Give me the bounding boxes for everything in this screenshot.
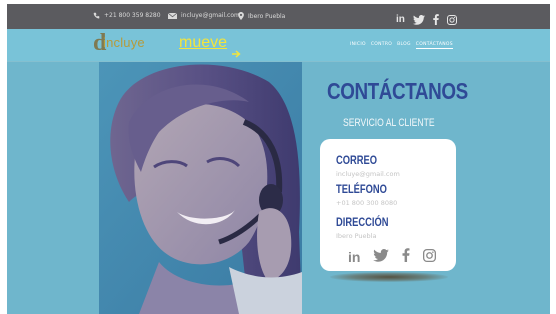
topbar-email-text: incluye@gmail.com (181, 12, 240, 19)
logo[interactable]: d incluye mueve (93, 30, 243, 62)
main-nav: INICIO CONTRO BLOG CONTÁCTANOS (350, 42, 453, 49)
nav-item-blog[interactable]: BLOG (397, 42, 411, 49)
linkedin-icon[interactable]: in (348, 249, 360, 265)
facebook-icon[interactable] (402, 247, 410, 266)
phone-value[interactable]: +01 800 300 8080 (336, 199, 397, 207)
topbar-email[interactable]: incluye@gmail.com (168, 12, 240, 19)
address-label: DIRECCIÓN (336, 215, 389, 229)
nav-item-inicio[interactable]: INICIO (350, 42, 366, 49)
phone-label: TELÉFONO (336, 182, 387, 196)
topbar-location-text: Ibero Puebla (248, 12, 286, 20)
topbar-location[interactable]: Ibero Puebla (238, 12, 285, 20)
topbar-social: in (396, 10, 457, 29)
topbar-phone-text: +21 800 359 8280 (104, 12, 161, 19)
logo-mueve: mueve (179, 34, 228, 51)
linkedin-icon[interactable]: in (396, 14, 405, 25)
page: +21 800 359 8280 incluye@gmail.com Ibero… (7, 4, 550, 314)
logo-incluye: incluye (103, 35, 145, 50)
nav-item-contactanos[interactable]: CONTÁCTANOS (415, 42, 453, 49)
contact-card: CORREO incluye@gmail.com TELÉFONO +01 80… (320, 139, 456, 271)
mail-icon (168, 12, 177, 19)
instagram-icon[interactable] (423, 247, 437, 266)
topbar-phone[interactable]: +21 800 359 8280 (93, 12, 161, 19)
instagram-icon[interactable] (446, 10, 457, 29)
address-value: Ibero Puebla (336, 232, 377, 240)
email-value[interactable]: incluye@gmail.com (336, 170, 400, 178)
card-social: in (348, 247, 437, 266)
arrow-icon (232, 43, 241, 62)
site-header: d incluye mueve INICIO CONTRO BLOG CONTÁ… (7, 29, 550, 62)
location-pin-icon (238, 12, 244, 20)
facebook-icon[interactable] (433, 10, 439, 29)
top-bar: +21 800 359 8280 incluye@gmail.com Ibero… (7, 4, 550, 29)
email-label: CORREO (336, 153, 378, 167)
twitter-icon[interactable] (373, 247, 390, 266)
hero-photo (99, 62, 302, 314)
contact-title: CONTÁCTANOS (327, 78, 468, 104)
nav-item-contro[interactable]: CONTRO (371, 42, 392, 49)
phone-icon (93, 12, 100, 19)
twitter-icon[interactable] (412, 10, 425, 29)
card-shadow (330, 272, 448, 282)
contact-subtitle: SERVICIO AL CLIENTE (343, 117, 435, 129)
